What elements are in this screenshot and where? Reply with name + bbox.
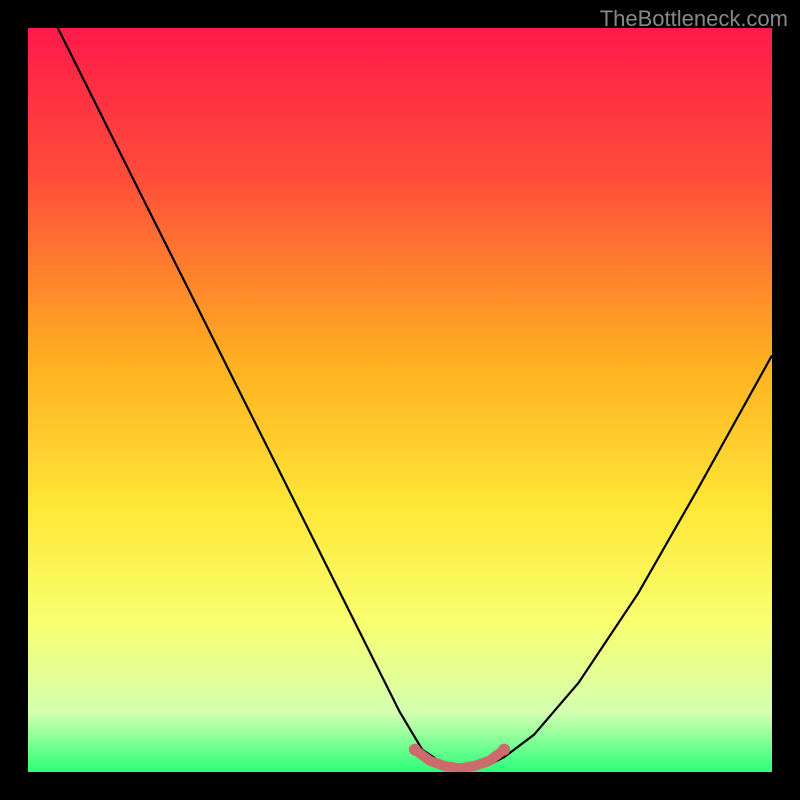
chart-svg <box>28 28 772 772</box>
bottleneck-chart <box>28 28 772 772</box>
optimal-zone-dot-left <box>409 744 421 756</box>
watermark-text: TheBottleneck.com <box>600 6 788 32</box>
gradient-background <box>28 28 772 772</box>
optimal-zone-dot-right <box>498 744 510 756</box>
